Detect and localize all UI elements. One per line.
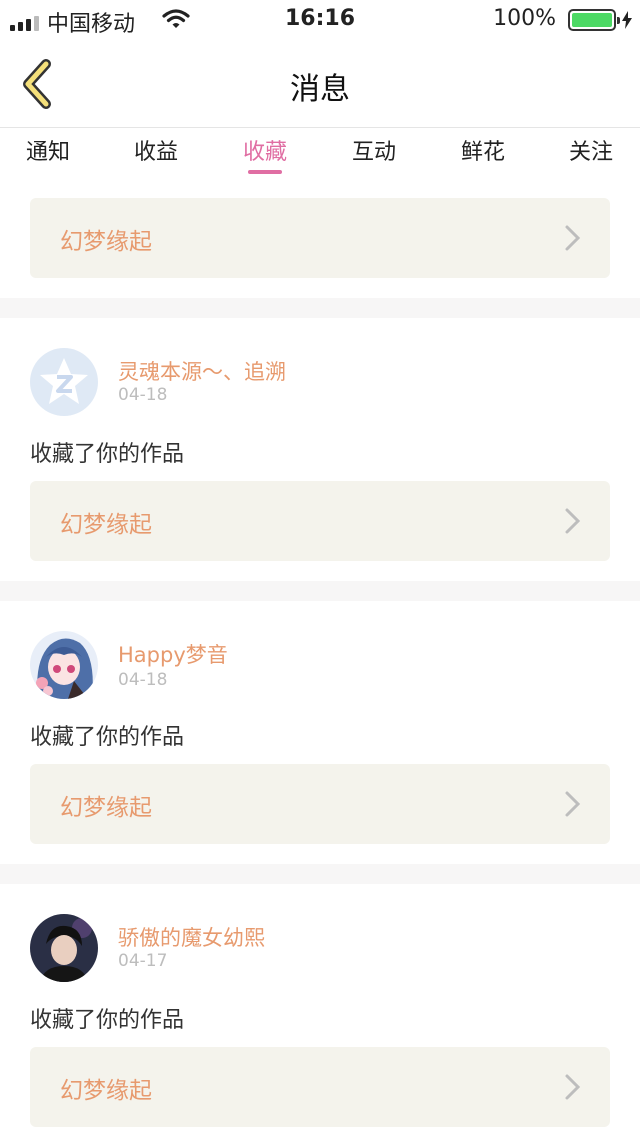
- chevron-right-icon: [565, 225, 581, 251]
- username[interactable]: 骄傲的魔女幼熙: [118, 922, 265, 952]
- message-text: 收藏了你的作品: [30, 442, 185, 467]
- battery-percent: 100%: [493, 6, 556, 31]
- message-card: 骄傲的魔女幼熙 04-17 收藏了你的作品 幻梦缘起: [0, 884, 640, 1136]
- charging-bolt-icon: [622, 11, 632, 29]
- message-text: 收藏了你的作品: [30, 725, 185, 750]
- tab-favorites[interactable]: 收藏: [230, 134, 300, 174]
- message-date: 04-18: [118, 670, 168, 690]
- avatar[interactable]: [30, 348, 98, 416]
- chevron-right-icon: [565, 1074, 581, 1100]
- avatar[interactable]: [30, 914, 98, 982]
- tab-earnings[interactable]: 收益: [121, 134, 191, 166]
- work-title: 幻梦缘起: [60, 1078, 152, 1104]
- work-link[interactable]: 幻梦缘起: [30, 1047, 610, 1127]
- page-title: 消息: [290, 72, 350, 107]
- active-tab-indicator: [248, 170, 282, 174]
- tab-bar: 通知 收益 收藏 互动 鲜花 关注: [0, 128, 640, 178]
- chevron-right-icon: [565, 508, 581, 534]
- qq-avatar-icon: [30, 348, 98, 416]
- avatar[interactable]: [30, 631, 98, 699]
- work-title: 幻梦缘起: [60, 512, 152, 538]
- work-link[interactable]: 幻梦缘起: [30, 764, 610, 844]
- message-card: 幻梦缘起: [0, 178, 640, 298]
- message-date: 04-18: [118, 385, 168, 405]
- tab-following[interactable]: 关注: [556, 134, 626, 166]
- male-photo-avatar-icon: [30, 914, 98, 982]
- message-card: Happy梦音 04-18 收藏了你的作品 幻梦缘起: [0, 601, 640, 864]
- message-card: 灵魂本源～、追溯 04-18 收藏了你的作品 幻梦缘起: [0, 318, 640, 581]
- username[interactable]: 灵魂本源～、追溯: [118, 356, 286, 386]
- tab-flowers[interactable]: 鲜花: [448, 134, 518, 166]
- status-bar: 中国移动 16:16 100%: [0, 0, 640, 40]
- work-link[interactable]: 幻梦缘起: [30, 198, 610, 278]
- nav-header: 消息: [0, 40, 640, 128]
- chevron-right-icon: [565, 791, 581, 817]
- work-title: 幻梦缘起: [60, 229, 152, 255]
- anime-girl-avatar-icon: [30, 631, 98, 699]
- message-text: 收藏了你的作品: [30, 1008, 185, 1033]
- tab-interactions[interactable]: 互动: [339, 134, 409, 166]
- username[interactable]: Happy梦音: [118, 639, 228, 669]
- work-link[interactable]: 幻梦缘起: [30, 481, 610, 561]
- work-title: 幻梦缘起: [60, 795, 152, 821]
- message-date: 04-17: [118, 951, 168, 971]
- battery-icon: [568, 9, 620, 31]
- tab-notifications[interactable]: 通知: [13, 134, 83, 166]
